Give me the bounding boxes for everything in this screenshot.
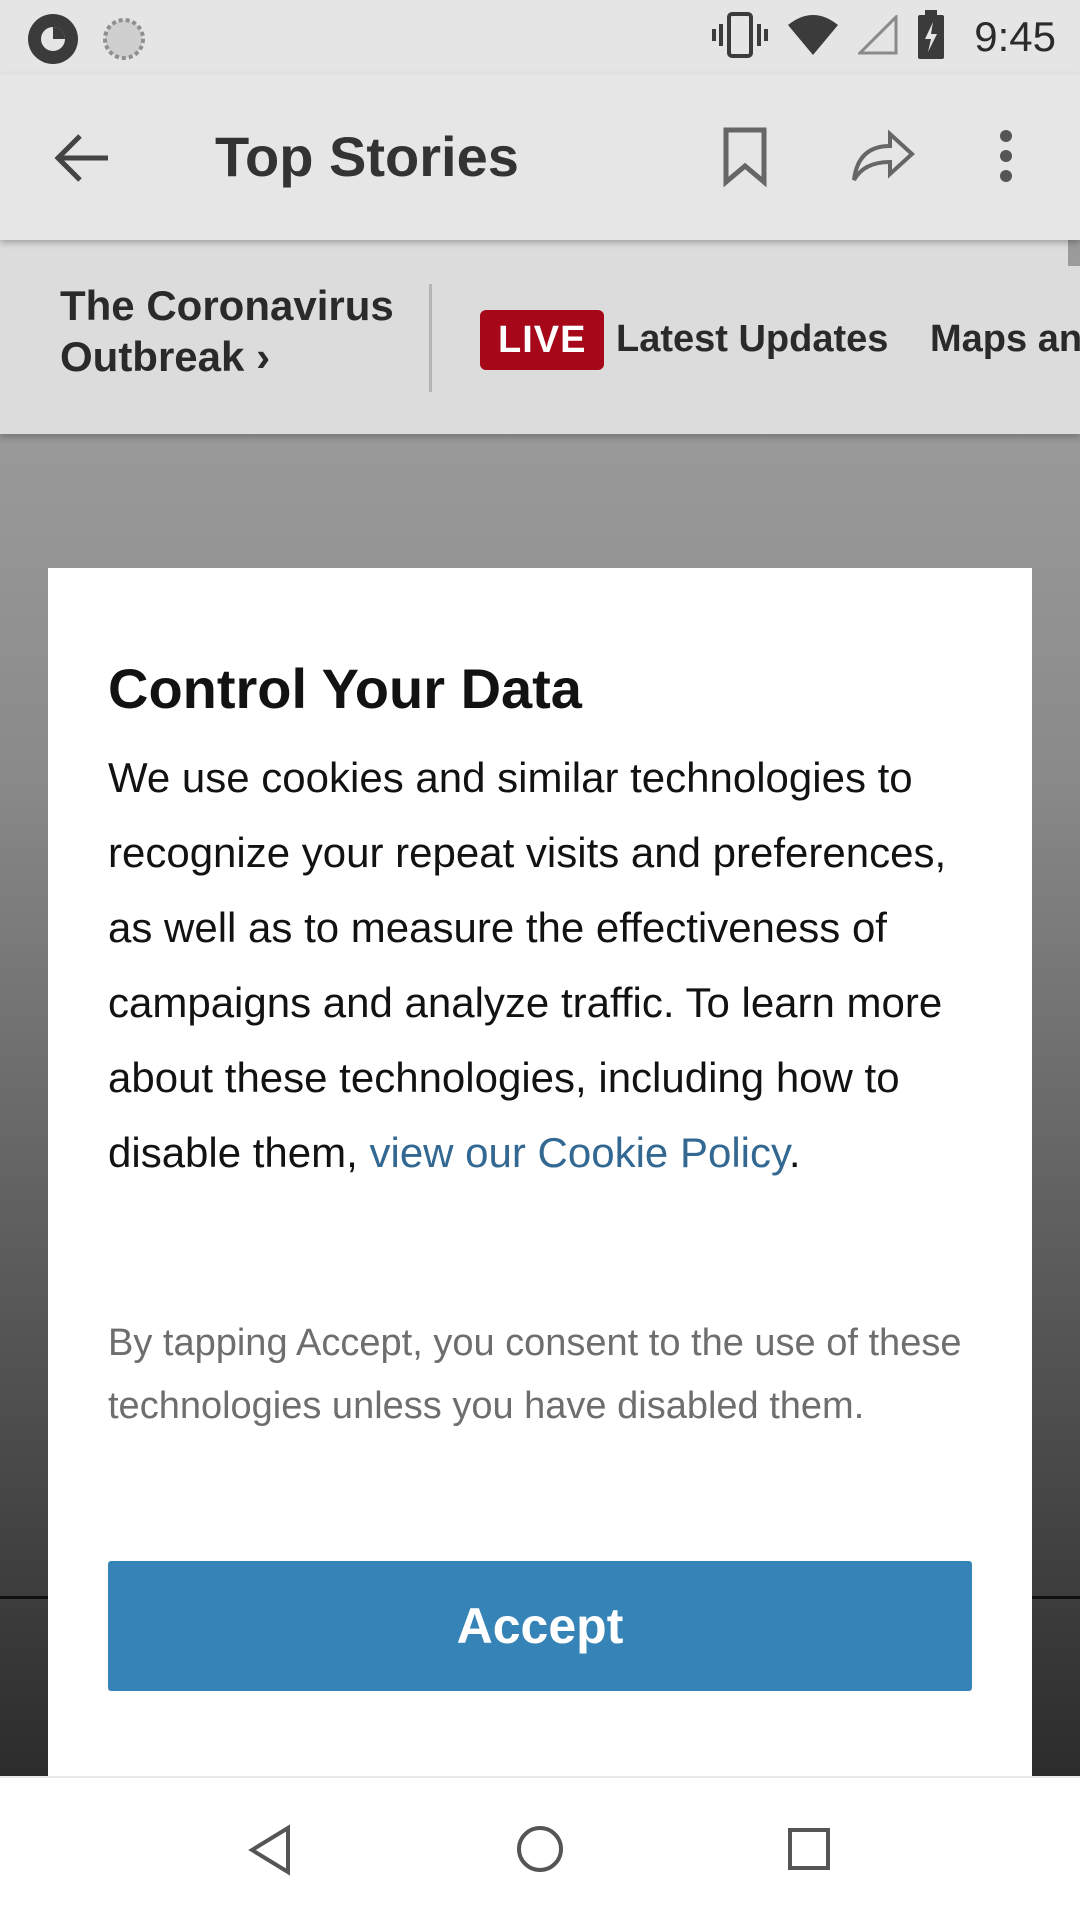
bookmark-icon[interactable] [718, 126, 772, 193]
section-title-link[interactable]: The Coronavirus Outbreak › [60, 280, 400, 382]
scroll-indicator [1068, 240, 1080, 266]
latest-updates-link[interactable]: Latest Updates [616, 318, 888, 361]
accept-button-label: Accept [456, 1598, 624, 1654]
section-title-line2: Outbreak [60, 333, 245, 381]
cell-signal-icon [856, 12, 898, 60]
app-bar: Top Stories [0, 74, 1080, 240]
page-title: Top Stories [215, 125, 519, 188]
app-notification-icon [26, 12, 80, 71]
share-icon[interactable] [850, 128, 916, 189]
dialog-body-end: . [788, 1129, 801, 1176]
cookie-policy-link[interactable]: view our Cookie Policy [369, 1129, 788, 1176]
back-arrow-icon[interactable] [52, 128, 112, 188]
chevron-right-icon: › [256, 333, 271, 381]
consent-text: By tapping Accept, you consent to the us… [108, 1322, 962, 1427]
wifi-icon [786, 13, 840, 62]
section-divider [429, 284, 432, 392]
cookie-consent-dialog: Control Your Data We use cookies and sim… [48, 568, 1032, 1776]
dialog-body: We use cookies and similar technologies … [108, 740, 978, 1190]
sync-icon [102, 17, 146, 66]
section-title-line1: The Coronavirus [60, 282, 394, 329]
section-strip: The Coronavirus Outbreak › LIVE Latest U… [0, 240, 1080, 434]
battery-charging-icon [916, 9, 946, 65]
nav-recents-icon[interactable] [786, 1826, 832, 1877]
system-nav-bar [0, 1776, 1080, 1922]
vibrate-icon [712, 10, 769, 65]
nav-home-icon[interactable] [515, 1824, 565, 1879]
live-badge: LIVE [480, 310, 605, 370]
dialog-title: Control Your Data [108, 657, 582, 720]
dialog-body-text: We use cookies and similar technologies … [108, 754, 947, 1176]
status-bar: 9:45 [0, 0, 1080, 74]
accept-button[interactable]: Accept [108, 1561, 972, 1691]
status-time: 9:45 [974, 13, 1056, 60]
more-options-icon[interactable] [996, 126, 1016, 191]
maps-link[interactable]: Maps and [930, 318, 1080, 361]
nav-back-icon[interactable] [246, 1824, 294, 1881]
